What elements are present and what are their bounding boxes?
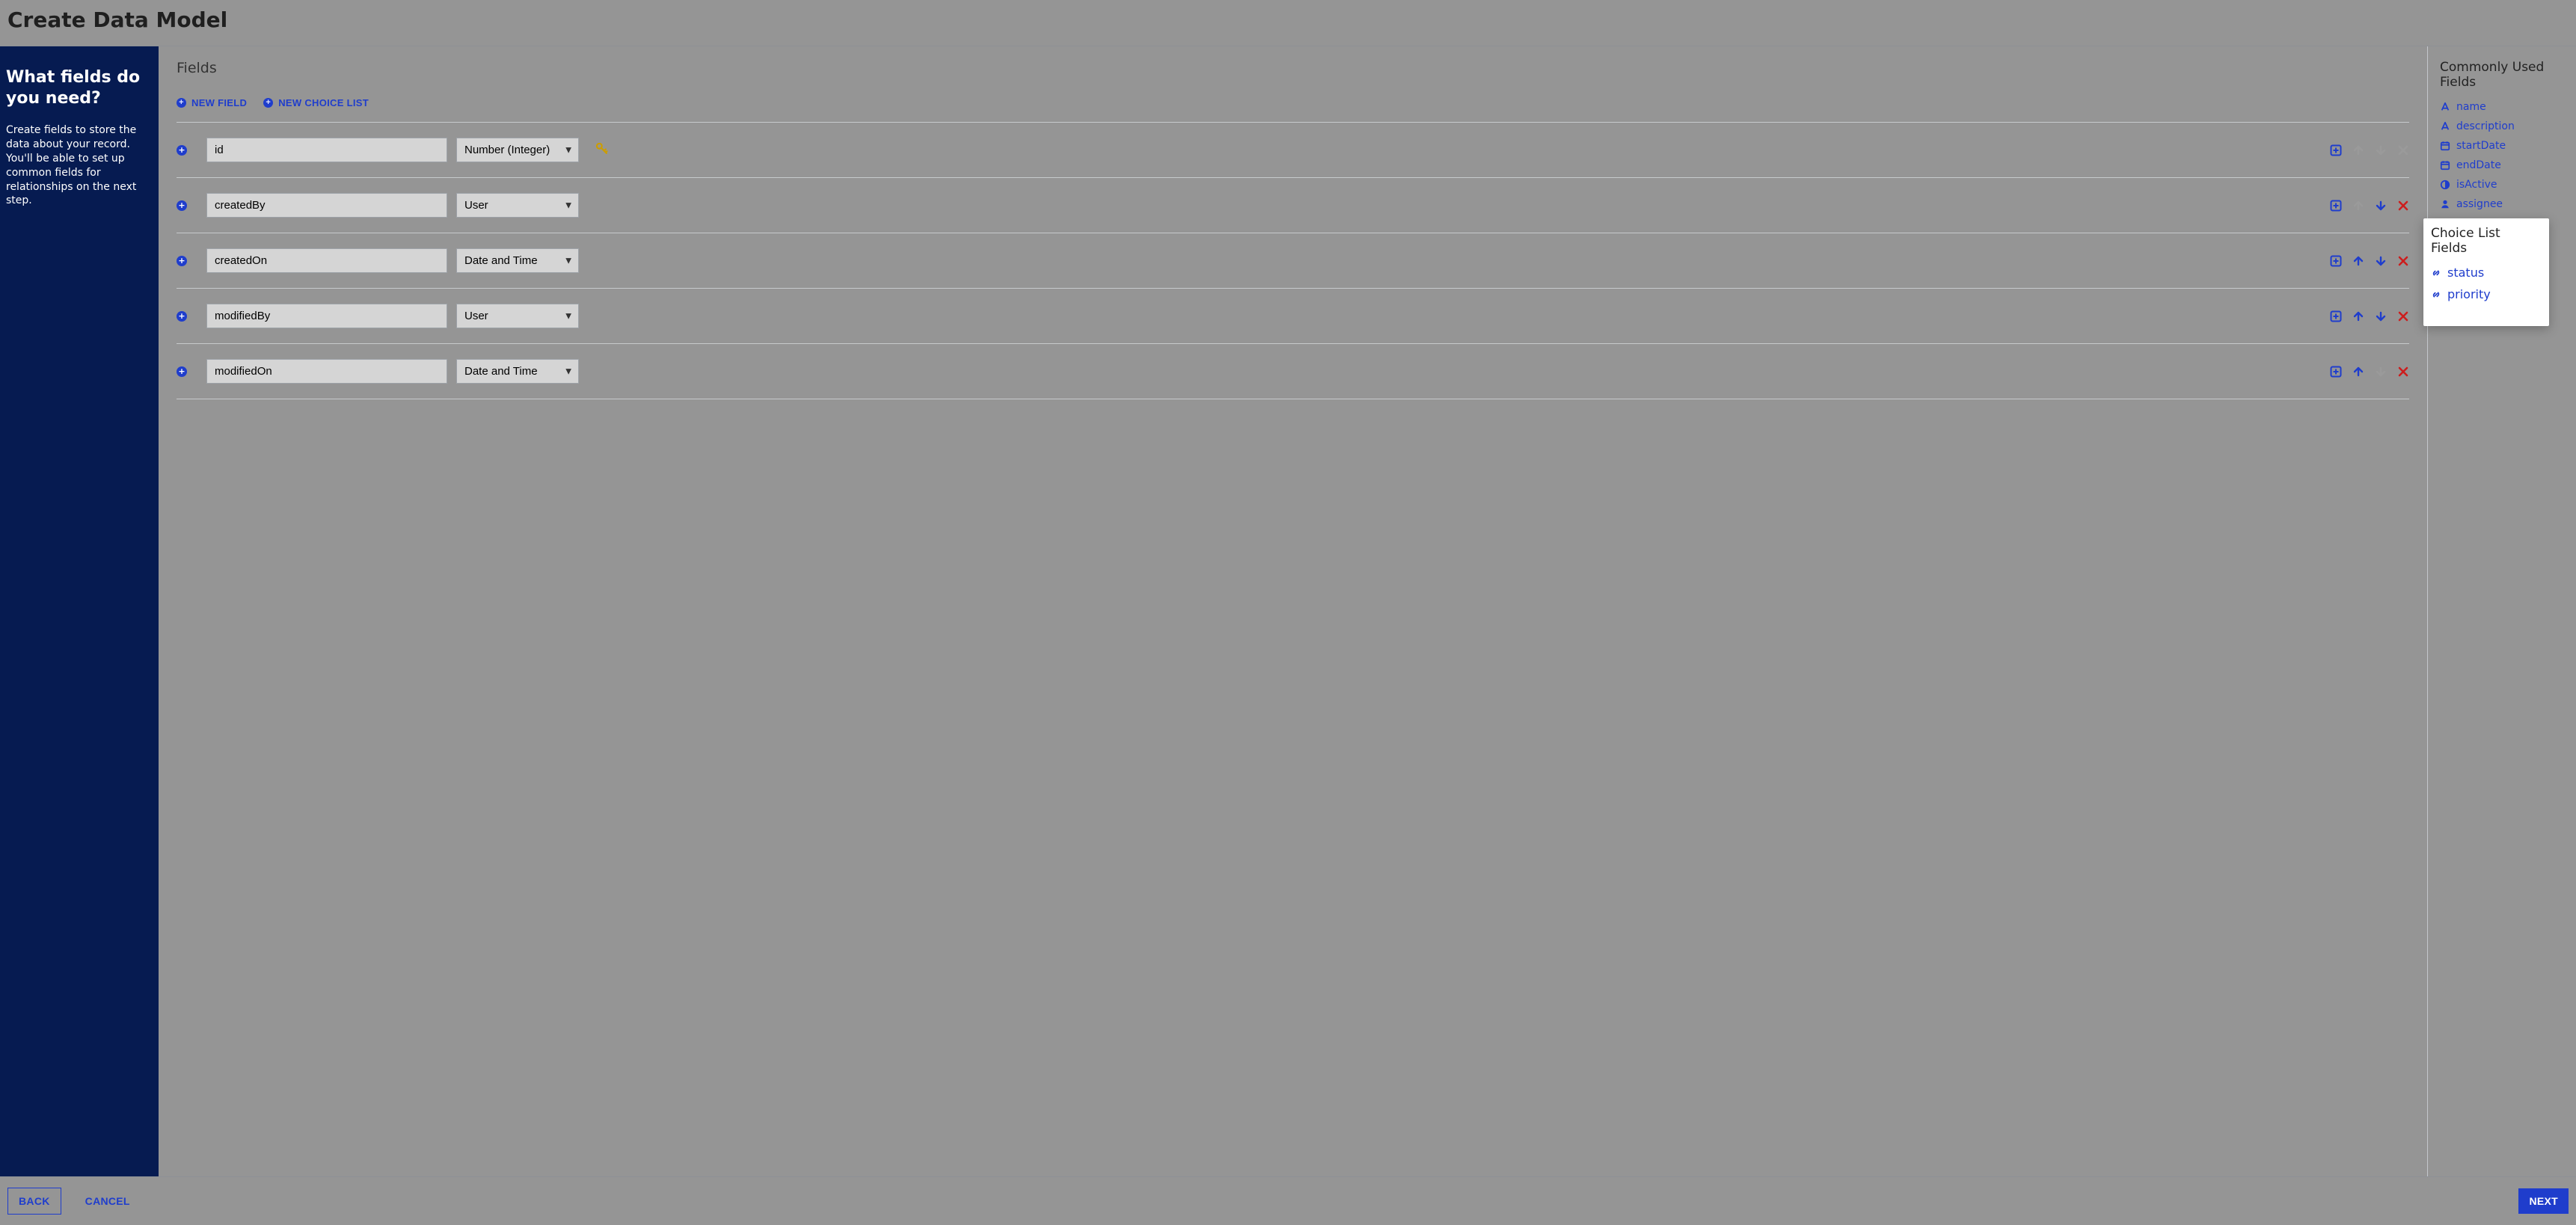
sidebar-body: Create fields to store the data about yo… (6, 123, 148, 208)
field-type-select[interactable]: Number (Integer)UserDate and Time (456, 193, 579, 218)
field-type-select[interactable]: Number (Integer)UserDate and Time (456, 248, 579, 273)
contrast-icon (2440, 179, 2450, 190)
field-row-tools (2330, 200, 2409, 212)
new-field-label: NEW FIELD (191, 97, 247, 108)
choice-field-link[interactable]: status (2447, 265, 2484, 280)
drag-handle-icon[interactable]: + (177, 366, 187, 377)
user-icon (2440, 199, 2450, 209)
commonly-used-list: name description startDate endDate isAct… (2440, 97, 2564, 214)
field-row: + Number (Integer)UserDate and Time ▼ (177, 288, 2409, 343)
field-row-tools (2330, 255, 2409, 267)
common-field-link[interactable]: startDate (2456, 140, 2506, 152)
plus-circle-icon: + (177, 98, 186, 108)
field-name-input[interactable] (206, 359, 447, 384)
primary-key-icon (595, 142, 608, 158)
choice-field-link[interactable]: priority (2447, 287, 2491, 301)
add-below-button[interactable] (2330, 310, 2342, 322)
drag-handle-icon[interactable]: + (177, 311, 187, 322)
delete-field-button[interactable] (2397, 310, 2409, 322)
choice-field-item: priority (2431, 283, 2540, 305)
common-field-link[interactable]: assignee (2456, 198, 2503, 210)
field-type-select[interactable]: Number (Integer)UserDate and Time (456, 138, 579, 162)
choice-list-popover: Choice List Fields status priority (2423, 218, 2549, 326)
move-up-button (2352, 200, 2364, 212)
help-sidebar: What fields do you need? Create fields t… (0, 46, 159, 1176)
move-down-button[interactable] (2375, 310, 2387, 322)
common-field-item: description (2440, 117, 2564, 136)
add-below-button[interactable] (2330, 144, 2342, 156)
field-row: + Number (Integer)UserDate and Time ▼ (177, 233, 2409, 288)
new-choice-list-button[interactable]: + NEW CHOICE LIST (263, 97, 369, 108)
font-icon (2440, 121, 2450, 132)
cancel-button[interactable]: CANCEL (75, 1188, 141, 1214)
new-field-button[interactable]: + NEW FIELD (177, 97, 247, 108)
add-below-button[interactable] (2330, 366, 2342, 378)
dialog-header: Create Data Model (0, 0, 2576, 46)
delete-field-button[interactable] (2397, 255, 2409, 267)
font-icon (2440, 102, 2450, 112)
common-field-link[interactable]: isActive (2456, 179, 2497, 191)
add-below-button[interactable] (2330, 255, 2342, 267)
new-choice-list-label: NEW CHOICE LIST (278, 97, 369, 108)
field-rows-container: + Number (Integer)UserDate and Time ▼ + … (177, 122, 2409, 399)
field-row: + Number (Integer)UserDate and Time ▼ (177, 122, 2409, 177)
delete-field-button[interactable] (2397, 200, 2409, 212)
field-row-tools (2330, 144, 2409, 156)
common-field-item: assignee (2440, 194, 2564, 214)
field-name-input[interactable] (206, 138, 447, 162)
field-name-input[interactable] (206, 248, 447, 273)
dialog-title: Create Data Model (7, 7, 2569, 32)
link-icon (2431, 289, 2441, 300)
choice-list-title: Choice List Fields (2431, 226, 2540, 256)
plus-circle-icon: + (263, 98, 273, 108)
choice-field-item: status (2431, 262, 2540, 283)
dialog-footer: BACK CANCEL NEXT (0, 1177, 2576, 1225)
create-data-model-dialog: Create Data Model What fields do you nee… (0, 0, 2576, 1225)
common-field-item: name (2440, 97, 2564, 117)
common-field-link[interactable]: name (2456, 101, 2486, 113)
common-field-link[interactable]: endDate (2456, 159, 2501, 171)
next-button[interactable]: NEXT (2518, 1188, 2569, 1214)
move-down-button[interactable] (2375, 255, 2387, 267)
field-name-input[interactable] (206, 304, 447, 328)
choice-list-fields: status priority (2431, 262, 2540, 305)
move-up-button[interactable] (2352, 310, 2364, 322)
delete-field-button (2397, 144, 2409, 156)
field-type-select[interactable]: Number (Integer)UserDate and Time (456, 359, 579, 384)
move-down-button (2375, 366, 2387, 378)
calendar-icon (2440, 160, 2450, 171)
fields-editor: Fields + NEW FIELD + NEW CHOICE LIST + N… (159, 46, 2428, 1176)
drag-handle-icon[interactable]: + (177, 256, 187, 266)
calendar-icon (2440, 141, 2450, 151)
sidebar-heading: What fields do you need? (6, 67, 148, 108)
field-type-select[interactable]: Number (Integer)UserDate and Time (456, 304, 579, 328)
fields-section-title: Fields (177, 60, 2409, 76)
field-row-tools (2330, 310, 2409, 322)
drag-handle-icon[interactable]: + (177, 200, 187, 211)
add-below-button[interactable] (2330, 200, 2342, 212)
move-down-button (2375, 144, 2387, 156)
commonly-used-title: Commonly Used Fields (2440, 60, 2564, 90)
common-field-item: isActive (2440, 175, 2564, 194)
delete-field-button[interactable] (2397, 366, 2409, 378)
back-button[interactable]: BACK (7, 1188, 61, 1215)
field-name-input[interactable] (206, 193, 447, 218)
field-row-tools (2330, 366, 2409, 378)
link-icon (2431, 268, 2441, 278)
common-field-item: startDate (2440, 136, 2564, 156)
commonly-used-panel: Commonly Used Fields name description st… (2428, 46, 2576, 1176)
dialog-body: What fields do you need? Create fields t… (0, 46, 2576, 1177)
field-row: + Number (Integer)UserDate and Time ▼ (177, 177, 2409, 233)
common-field-link[interactable]: description (2456, 120, 2515, 132)
move-up-button[interactable] (2352, 255, 2364, 267)
move-down-button[interactable] (2375, 200, 2387, 212)
field-row: + Number (Integer)UserDate and Time ▼ (177, 343, 2409, 399)
move-up-button[interactable] (2352, 366, 2364, 378)
common-field-item: endDate (2440, 156, 2564, 175)
drag-handle-icon[interactable]: + (177, 145, 187, 156)
fields-action-row: + NEW FIELD + NEW CHOICE LIST (177, 97, 2409, 108)
move-up-button (2352, 144, 2364, 156)
